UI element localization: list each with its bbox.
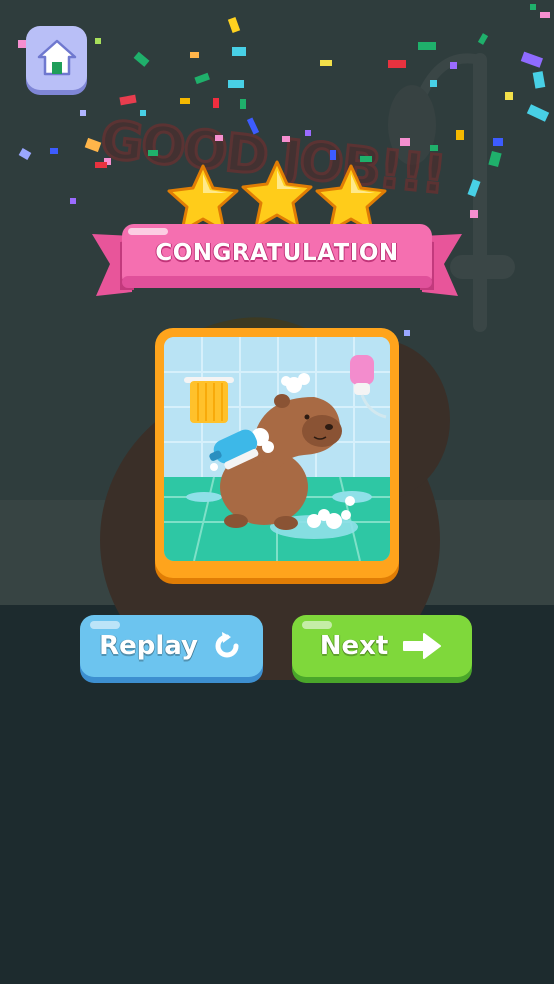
- next-button[interactable]: Next: [292, 615, 472, 677]
- next-label: Next: [319, 631, 389, 661]
- banner-title: CONGRATULATION: [155, 240, 399, 266]
- result-picture-card: [155, 328, 399, 578]
- button-gloss: [302, 621, 332, 629]
- capybara-bath-illustration: [164, 337, 390, 561]
- star-icon: [241, 160, 313, 229]
- replay-label: Replay: [99, 631, 198, 661]
- arrow-right-icon: [403, 633, 442, 659]
- restart-icon: [215, 632, 239, 658]
- replay-button[interactable]: Replay: [80, 615, 263, 677]
- home-button[interactable]: [26, 26, 87, 90]
- button-gloss: [90, 621, 120, 629]
- home-icon: [37, 39, 76, 76]
